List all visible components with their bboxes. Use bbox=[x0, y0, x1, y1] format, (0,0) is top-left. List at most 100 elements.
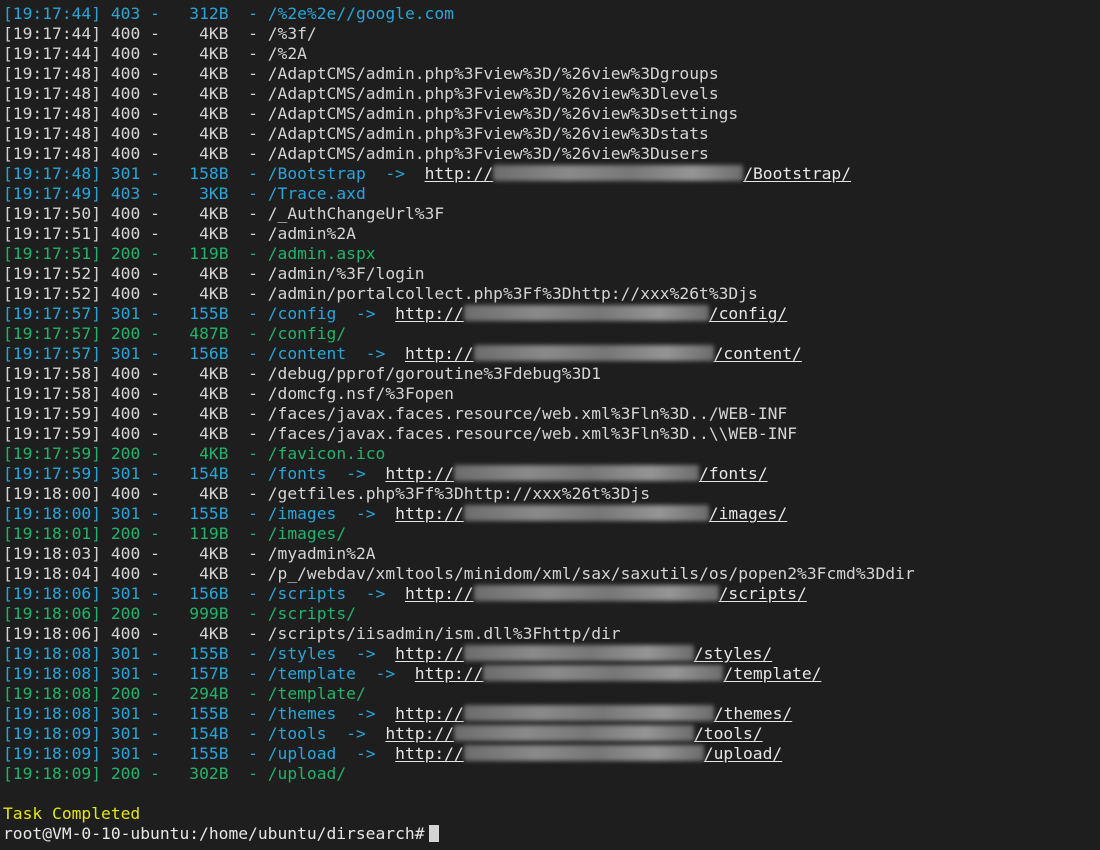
log-time: [19:18:06] bbox=[3, 584, 102, 603]
log-size: 4KB bbox=[199, 564, 229, 583]
log-line: [19:17:59] 400 - 4KB - /faces/javax.face… bbox=[3, 404, 788, 423]
log-status-code: 400 bbox=[110, 44, 141, 63]
log-line: [19:17:48] 301 - 158B - /Bootstrap -> ht… bbox=[3, 164, 852, 183]
log-path: /AdaptCMS/admin.php%3Fview%3D/%26view%3D… bbox=[267, 84, 719, 103]
log-time: [19:17:48] bbox=[3, 64, 102, 83]
redirect-url[interactable]: http:// /content/ bbox=[405, 344, 802, 363]
log-line: [19:18:08] 301 - 155B - /themes -> http:… bbox=[3, 704, 793, 723]
log-size: 4KB bbox=[199, 264, 229, 283]
log-status-code: 200 bbox=[110, 244, 141, 263]
log-line: [19:18:03] 400 - 4KB - /myadmin%2A bbox=[3, 544, 376, 563]
redirect-url[interactable]: http:// /config/ bbox=[395, 304, 787, 323]
log-path: /AdaptCMS/admin.php%3Fview%3D/%26view%3D… bbox=[267, 104, 739, 123]
log-path: /admin.aspx bbox=[267, 244, 376, 263]
log-status-code: 400 bbox=[110, 384, 141, 403]
log-line: [19:17:49] 403 - 3KB - /Trace.axd bbox=[3, 184, 366, 203]
log-path: /tools bbox=[267, 724, 327, 743]
log-size: 302B bbox=[189, 764, 229, 783]
log-path: /domcfg.nsf/%3Fopen bbox=[267, 384, 454, 403]
redirect-url[interactable]: http:// /fonts/ bbox=[385, 464, 767, 483]
log-line: [19:18:09] 301 - 155B - /upload -> http:… bbox=[3, 744, 783, 763]
log-status-code: 200 bbox=[110, 604, 141, 623]
terminal-window[interactable]: [19:17:44] 403 - 312B - /%2e%2e//google.… bbox=[0, 0, 1100, 850]
log-status-code: 400 bbox=[110, 484, 141, 503]
shell-prompt[interactable]: root@VM-0-10-ubuntu:/home/ubuntu/dirsear… bbox=[0, 824, 1100, 844]
log-size: 4KB bbox=[199, 104, 229, 123]
log-line: [19:18:06] 301 - 156B - /scripts -> http… bbox=[3, 584, 807, 603]
log-time: [19:17:44] bbox=[3, 24, 102, 43]
log-line: [19:17:48] 400 - 4KB - /AdaptCMS/admin.p… bbox=[3, 64, 719, 83]
log-status-code: 200 bbox=[110, 764, 141, 783]
redirect-path: /images/ bbox=[708, 504, 788, 523]
log-time: [19:17:48] bbox=[3, 164, 102, 183]
log-status-code: 400 bbox=[110, 404, 141, 423]
log-time: [19:18:09] bbox=[3, 724, 102, 743]
log-path: /faces/javax.faces.resource/web.xml%3Fln… bbox=[267, 424, 798, 443]
redirect-scheme: http:// bbox=[414, 664, 484, 683]
log-time: [19:18:09] bbox=[3, 744, 102, 763]
redirect-scheme: http:// bbox=[395, 504, 464, 523]
redirect-url[interactable]: http:// /images/ bbox=[395, 504, 787, 523]
log-path: /AdaptCMS/admin.php%3Fview%3D/%26view%3D… bbox=[267, 124, 709, 143]
log-line: [19:17:57] 200 - 487B - /config/ bbox=[3, 324, 347, 343]
log-status-code: 400 bbox=[110, 564, 141, 583]
redirect-url[interactable]: http:// /styles/ bbox=[395, 644, 772, 663]
log-line: [19:17:48] 400 - 4KB - /AdaptCMS/admin.p… bbox=[3, 84, 719, 103]
log-path: /fonts bbox=[267, 464, 327, 483]
redacted-host bbox=[463, 505, 709, 521]
log-line: [19:18:09] 301 - 154B - /tools -> http:/… bbox=[3, 724, 763, 743]
redirect-path: /upload/ bbox=[703, 744, 783, 763]
redirect-url[interactable]: http:// /tools/ bbox=[385, 724, 762, 743]
log-size: 155B bbox=[189, 744, 229, 763]
log-status-code: 400 bbox=[110, 204, 141, 223]
log-line: [19:18:08] 301 - 155B - /styles -> http:… bbox=[3, 644, 773, 663]
log-path: /Bootstrap bbox=[267, 164, 366, 183]
redirect-url[interactable]: http:// /template/ bbox=[415, 664, 822, 683]
log-line: [19:17:48] 400 - 4KB - /AdaptCMS/admin.p… bbox=[3, 144, 709, 163]
log-path: /debug/pprof/goroutine%3Fdebug%3D1 bbox=[267, 364, 601, 383]
log-status-code: 400 bbox=[110, 284, 141, 303]
redacted-host bbox=[473, 585, 719, 601]
redacted-host bbox=[493, 165, 744, 181]
log-time: [19:17:44] bbox=[3, 44, 102, 63]
log-path: /scripts/iisadmin/ism.dll%3Fhttp/dir bbox=[267, 624, 621, 643]
log-time: [19:18:08] bbox=[3, 644, 102, 663]
prompt-text: root@VM-0-10-ubuntu:/home/ubuntu/dirsear… bbox=[3, 824, 425, 843]
log-time: [19:17:52] bbox=[3, 264, 102, 283]
log-time: [19:18:01] bbox=[3, 524, 102, 543]
redirect-url[interactable]: http:// /Bootstrap/ bbox=[425, 164, 851, 183]
redacted-host bbox=[463, 645, 694, 661]
log-size: 157B bbox=[189, 664, 229, 683]
redirect-url[interactable]: http:// /upload/ bbox=[395, 744, 782, 763]
log-line: [19:17:52] 400 - 4KB - /admin/portalcoll… bbox=[3, 284, 758, 303]
log-line: [19:17:58] 400 - 4KB - /domcfg.nsf/%3Fop… bbox=[3, 384, 454, 403]
log-time: [19:18:04] bbox=[3, 564, 102, 583]
log-line: [19:18:04] 400 - 4KB - /p_/webdav/xmltoo… bbox=[3, 564, 915, 583]
log-path: /template/ bbox=[267, 684, 366, 703]
log-status-code: 403 bbox=[110, 4, 141, 23]
log-path: /styles bbox=[267, 644, 337, 663]
log-path: /faces/javax.faces.resource/web.xml%3Fln… bbox=[267, 404, 788, 423]
log-path: /template bbox=[267, 664, 356, 683]
log-time: [19:18:08] bbox=[3, 684, 102, 703]
text-cursor bbox=[428, 825, 439, 842]
log-size: 155B bbox=[189, 504, 229, 523]
log-line: [19:17:52] 400 - 4KB - /admin/%3F/login bbox=[3, 264, 425, 283]
redirect-path: /content/ bbox=[713, 344, 802, 363]
redirect-scheme: http:// bbox=[385, 724, 454, 743]
log-path: /config bbox=[267, 304, 337, 323]
log-line: [19:18:08] 301 - 157B - /template -> htt… bbox=[3, 664, 822, 683]
redirect-url[interactable]: http:// /scripts/ bbox=[405, 584, 807, 603]
log-line: [19:17:48] 400 - 4KB - /AdaptCMS/admin.p… bbox=[3, 124, 709, 143]
log-status-code: 400 bbox=[110, 24, 141, 43]
log-size: 294B bbox=[189, 684, 229, 703]
redirect-scheme: http:// bbox=[404, 584, 474, 603]
log-size: 4KB bbox=[199, 224, 229, 243]
log-size: 4KB bbox=[199, 24, 229, 43]
log-status-code: 400 bbox=[110, 424, 141, 443]
status-message: Task Completed bbox=[3, 804, 141, 823]
redirect-url[interactable]: http:// /themes/ bbox=[395, 704, 792, 723]
log-time: [19:17:59] bbox=[3, 404, 102, 423]
log-status-code: 403 bbox=[110, 184, 141, 203]
log-time: [19:17:51] bbox=[3, 244, 102, 263]
